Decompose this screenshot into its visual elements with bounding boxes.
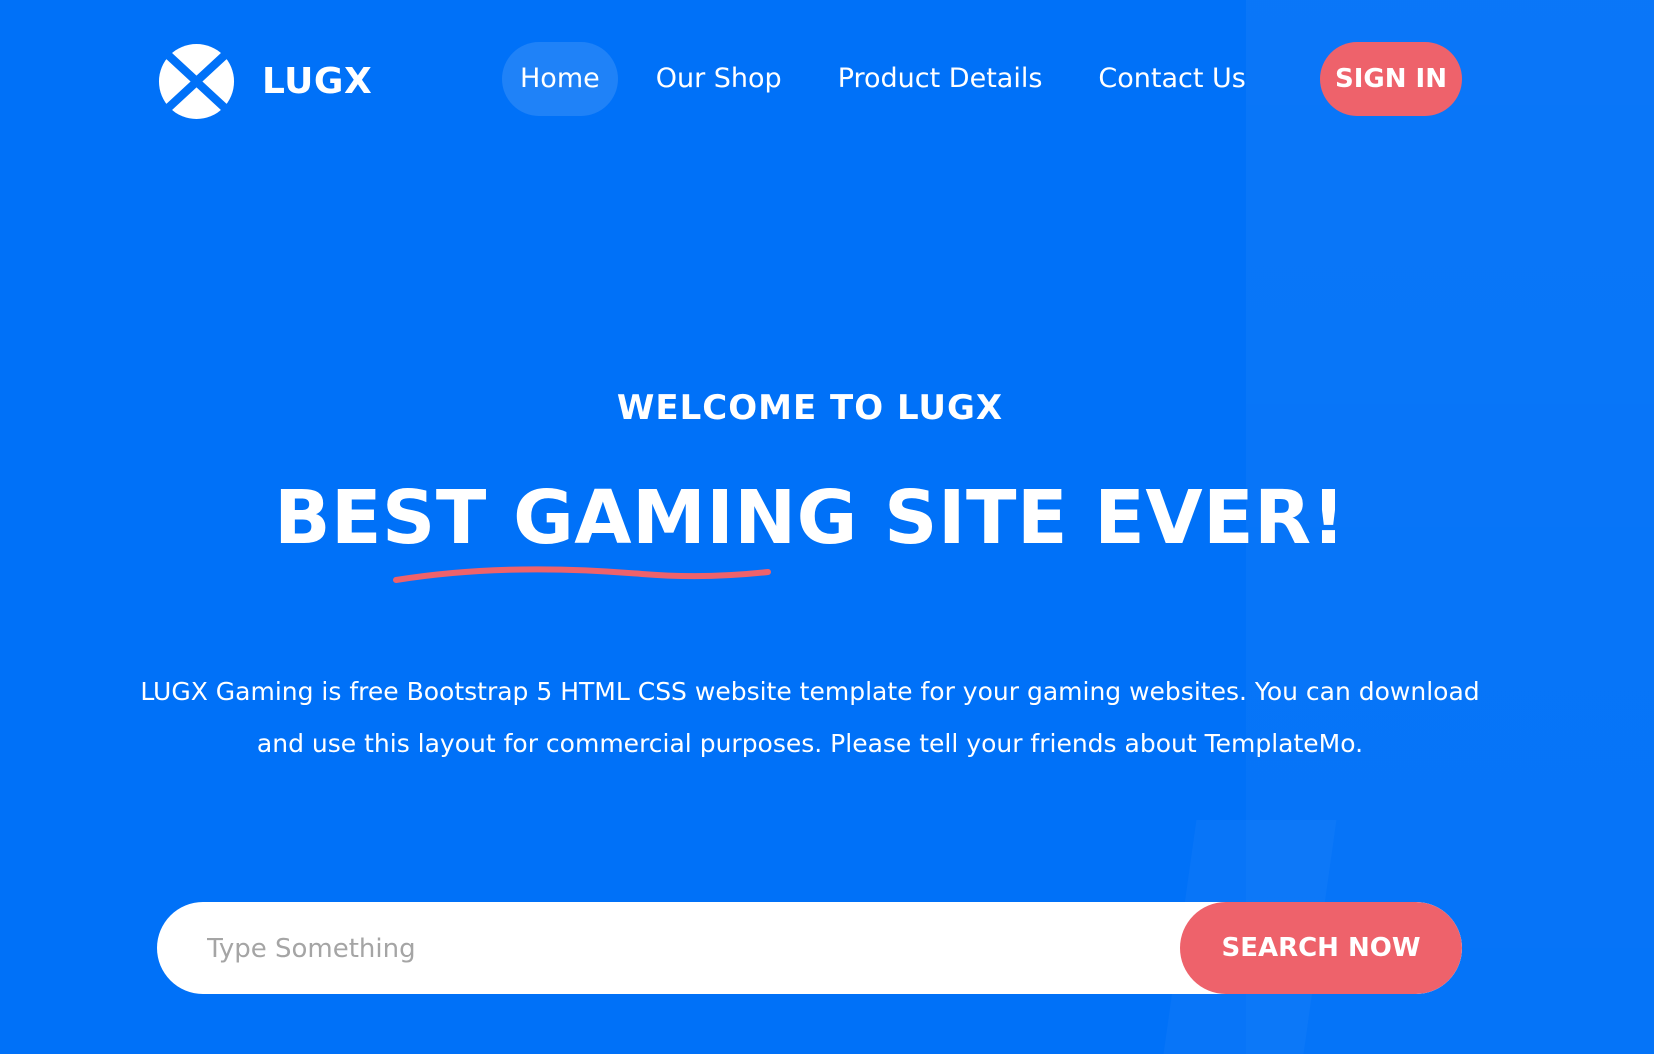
nav-item-home[interactable]: Home	[502, 42, 618, 116]
brand-logo-link[interactable]: LUGX	[157, 42, 372, 121]
hero-title: BEST GAMING SITE EVER!	[274, 475, 1346, 561]
nav-item-product-details[interactable]: Product Details	[820, 42, 1061, 116]
hero-eyebrow: WELCOME TO LUGX	[616, 388, 1004, 428]
search-now-button[interactable]: SEARCH NOW	[1180, 902, 1462, 994]
hero-description: LUGX Gaming is free Bootstrap 5 HTML CSS…	[140, 677, 1480, 758]
title-underline-decoration	[393, 566, 771, 583]
sign-in-button[interactable]: SIGN IN	[1320, 42, 1462, 116]
search-form: SEARCH NOW	[157, 902, 1462, 994]
main-nav: Home Our Shop Product Details Contact Us	[502, 42, 1284, 116]
nav-item-our-shop[interactable]: Our Shop	[638, 42, 800, 116]
nav-item-contact-us[interactable]: Contact Us	[1080, 42, 1263, 116]
search-input[interactable]	[205, 902, 1209, 994]
brand-name: LUGX	[262, 61, 373, 102]
lugx-x-logo-icon	[158, 43, 235, 120]
